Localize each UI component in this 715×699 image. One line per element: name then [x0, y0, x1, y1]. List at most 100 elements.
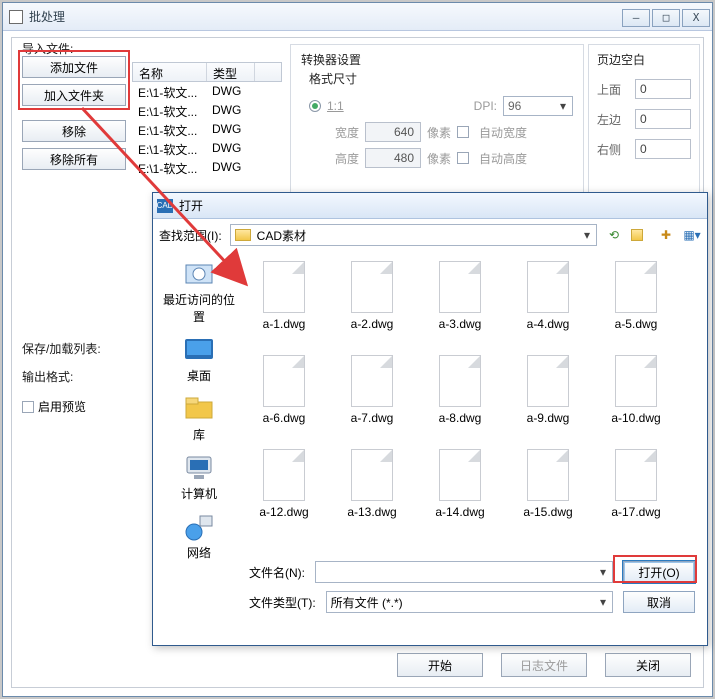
file-item[interactable]: a-13.dwg [337, 449, 407, 519]
open-dialog-titlebar[interactable]: CAD 打开 [153, 193, 707, 219]
margin-top-input[interactable]: 0 [635, 79, 691, 99]
table-row[interactable]: E:\1-软文...DWG [132, 139, 282, 158]
save-load-list-label: 保存/加载列表: [22, 340, 101, 357]
view-menu-icon[interactable]: ▦▾ [683, 226, 701, 244]
width-value[interactable]: 640 [365, 122, 421, 142]
file-item[interactable]: a-3.dwg [425, 261, 495, 331]
place-network[interactable]: 网络 [159, 512, 239, 561]
place-library[interactable]: 库 [159, 394, 239, 443]
titlebar[interactable]: 批处理 — □ X [3, 3, 712, 31]
network-icon [182, 512, 216, 542]
file-icon [527, 449, 569, 501]
file-icon [615, 355, 657, 407]
file-name-label: 文件名(N): [249, 564, 305, 581]
close-button[interactable]: X [682, 9, 710, 27]
folder-icon [235, 229, 251, 241]
add-file-button[interactable]: 添加文件 [22, 56, 126, 78]
enable-preview-row[interactable]: 启用预览 [22, 398, 86, 415]
margin-right-input[interactable]: 0 [635, 139, 691, 159]
file-item[interactable]: a-12.dwg [249, 449, 319, 519]
new-folder-icon[interactable]: ✚ [657, 226, 675, 244]
file-icon [351, 449, 393, 501]
file-item[interactable]: a-9.dwg [513, 355, 583, 425]
highlight-open-button [613, 555, 697, 583]
place-desktop[interactable]: 桌面 [159, 335, 239, 384]
enable-preview-label: 启用预览 [38, 398, 86, 415]
px-label-2: 像素 [427, 150, 451, 167]
start-button[interactable]: 开始 [397, 653, 483, 677]
remove-button[interactable]: 移除 [22, 120, 126, 142]
col-type[interactable]: 类型 [207, 63, 255, 81]
auto-height-checkbox[interactable] [457, 152, 469, 164]
converter-title: 转换器设置 [301, 51, 573, 68]
margin-left-label: 左边 [597, 111, 621, 128]
remove-all-button[interactable]: 移除所有 [22, 148, 126, 170]
desktop-icon [182, 335, 216, 365]
table-row[interactable]: E:\1-软文...DWG [132, 120, 282, 139]
file-icon [527, 355, 569, 407]
height-value[interactable]: 480 [365, 148, 421, 168]
close-main-button[interactable]: 关闭 [605, 653, 691, 677]
table-row[interactable]: E:\1-软文...DWG [132, 158, 282, 177]
maximize-button[interactable]: □ [652, 9, 680, 27]
file-icon [615, 261, 657, 313]
place-computer[interactable]: 计算机 [159, 453, 239, 502]
file-icon [263, 261, 305, 313]
table-header: 名称 类型 [132, 62, 282, 82]
file-type-label: 文件类型(T): [249, 594, 316, 611]
file-icon [527, 261, 569, 313]
open-dialog-title: 打开 [179, 197, 203, 214]
chevron-down-icon: ▾ [578, 228, 596, 242]
file-list[interactable]: a-1.dwg a-2.dwg a-3.dwg a-4.dwg a-5.dwg … [245, 255, 701, 545]
enable-preview-checkbox[interactable] [22, 401, 34, 413]
file-item[interactable]: a-14.dwg [425, 449, 495, 519]
look-in-label: 查找范围(I): [159, 227, 222, 244]
look-in-combo[interactable]: CAD素材 ▾ [230, 224, 597, 246]
file-item[interactable]: a-17.dwg [601, 449, 671, 519]
file-item[interactable]: a-5.dwg [601, 261, 671, 331]
file-item[interactable]: a-2.dwg [337, 261, 407, 331]
auto-height-label: 自动高度 [479, 150, 527, 167]
table-row[interactable]: E:\1-软文...DWG [132, 101, 282, 120]
margin-top-label: 上面 [597, 81, 621, 98]
dpi-combo[interactable]: 96▾ [503, 96, 573, 116]
file-item[interactable]: a-15.dwg [513, 449, 583, 519]
file-item[interactable]: a-1.dwg [249, 261, 319, 331]
file-icon [351, 261, 393, 313]
margin-right-label: 右侧 [597, 141, 621, 158]
back-icon[interactable]: ⟲ [605, 226, 623, 244]
batch-window: 批处理 — □ X 导入文件: 添加文件 加入文件夹 移除 移除所有 保存/加载… [2, 2, 713, 697]
place-recent[interactable]: 最近访问的位置 [159, 259, 239, 325]
cancel-button[interactable]: 取消 [623, 591, 695, 613]
converter-settings: 转换器设置 格式尺寸 1:1 DPI: 96▾ 宽度 640 像素 自动宽度 高… [290, 44, 584, 216]
log-file-button[interactable]: 日志文件 [501, 653, 587, 677]
file-name-combo[interactable]: ▾ [315, 561, 613, 583]
file-item[interactable]: a-7.dwg [337, 355, 407, 425]
ratio-label: 1:1 [327, 99, 344, 113]
library-icon [182, 394, 216, 424]
file-icon [439, 355, 481, 407]
height-label: 高度 [335, 150, 359, 167]
file-item[interactable]: a-8.dwg [425, 355, 495, 425]
file-table: 名称 类型 E:\1-软文...DWG E:\1-软文...DWG E:\1-软… [132, 62, 282, 177]
bottom-buttons: 开始 日志文件 关闭 [397, 653, 691, 677]
open-dialog: CAD 打开 查找范围(I): CAD素材 ▾ ⟲ ✚ ▦▾ [152, 192, 708, 646]
file-icon [439, 449, 481, 501]
width-label: 宽度 [335, 124, 359, 141]
file-item[interactable]: a-6.dwg [249, 355, 319, 425]
computer-icon [182, 453, 216, 483]
auto-width-checkbox[interactable] [457, 126, 469, 138]
file-type-combo[interactable]: 所有文件 (*.*)▾ [326, 591, 613, 613]
file-item[interactable]: a-10.dwg [601, 355, 671, 425]
format-size-label: 格式尺寸 [309, 70, 573, 87]
add-folder-button[interactable]: 加入文件夹 [22, 84, 126, 106]
table-row[interactable]: E:\1-软文...DWG [132, 82, 282, 101]
col-name[interactable]: 名称 [133, 63, 207, 81]
ratio-1-1-radio[interactable] [309, 100, 321, 112]
output-format-label: 输出格式: [22, 368, 73, 385]
file-item[interactable]: a-4.dwg [513, 261, 583, 331]
auto-width-label: 自动宽度 [479, 124, 527, 141]
minimize-button[interactable]: — [622, 9, 650, 27]
margin-left-input[interactable]: 0 [635, 109, 691, 129]
up-folder-icon[interactable] [631, 226, 649, 244]
